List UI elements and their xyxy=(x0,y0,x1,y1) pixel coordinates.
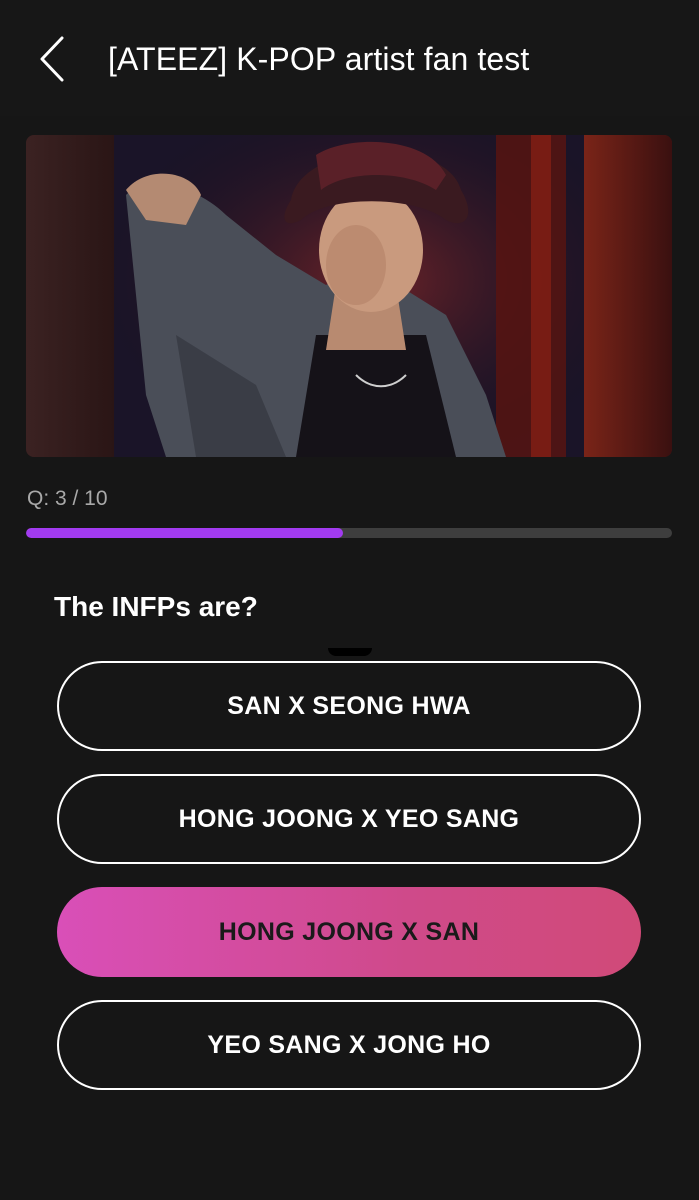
progress-label: Q: 3 / 10 xyxy=(27,487,108,510)
answer-option-1[interactable]: SAN X SEONG HWA xyxy=(57,661,641,751)
back-button[interactable] xyxy=(30,30,78,88)
progress-bar-fill xyxy=(26,528,343,538)
app-header: [ATEEZ] K-POP artist fan test xyxy=(0,0,699,116)
progress-bar xyxy=(26,528,672,538)
chevron-left-icon xyxy=(40,36,64,82)
page-title: [ATEEZ] K-POP artist fan test xyxy=(108,41,530,77)
hero-image xyxy=(26,135,672,457)
answer-option-2[interactable]: HONG JOONG X YEO SANG xyxy=(57,774,641,864)
answer-option-3[interactable]: HONG JOONG X SAN xyxy=(57,887,641,977)
answer-options: SAN X SEONG HWA HONG JOONG X YEO SANG HO… xyxy=(57,661,641,1113)
artist-photo xyxy=(26,135,672,457)
question-text: The INFPs are? xyxy=(54,591,258,622)
camera-notch xyxy=(328,648,372,656)
answer-option-4[interactable]: YEO SANG X JONG HO xyxy=(57,1000,641,1090)
